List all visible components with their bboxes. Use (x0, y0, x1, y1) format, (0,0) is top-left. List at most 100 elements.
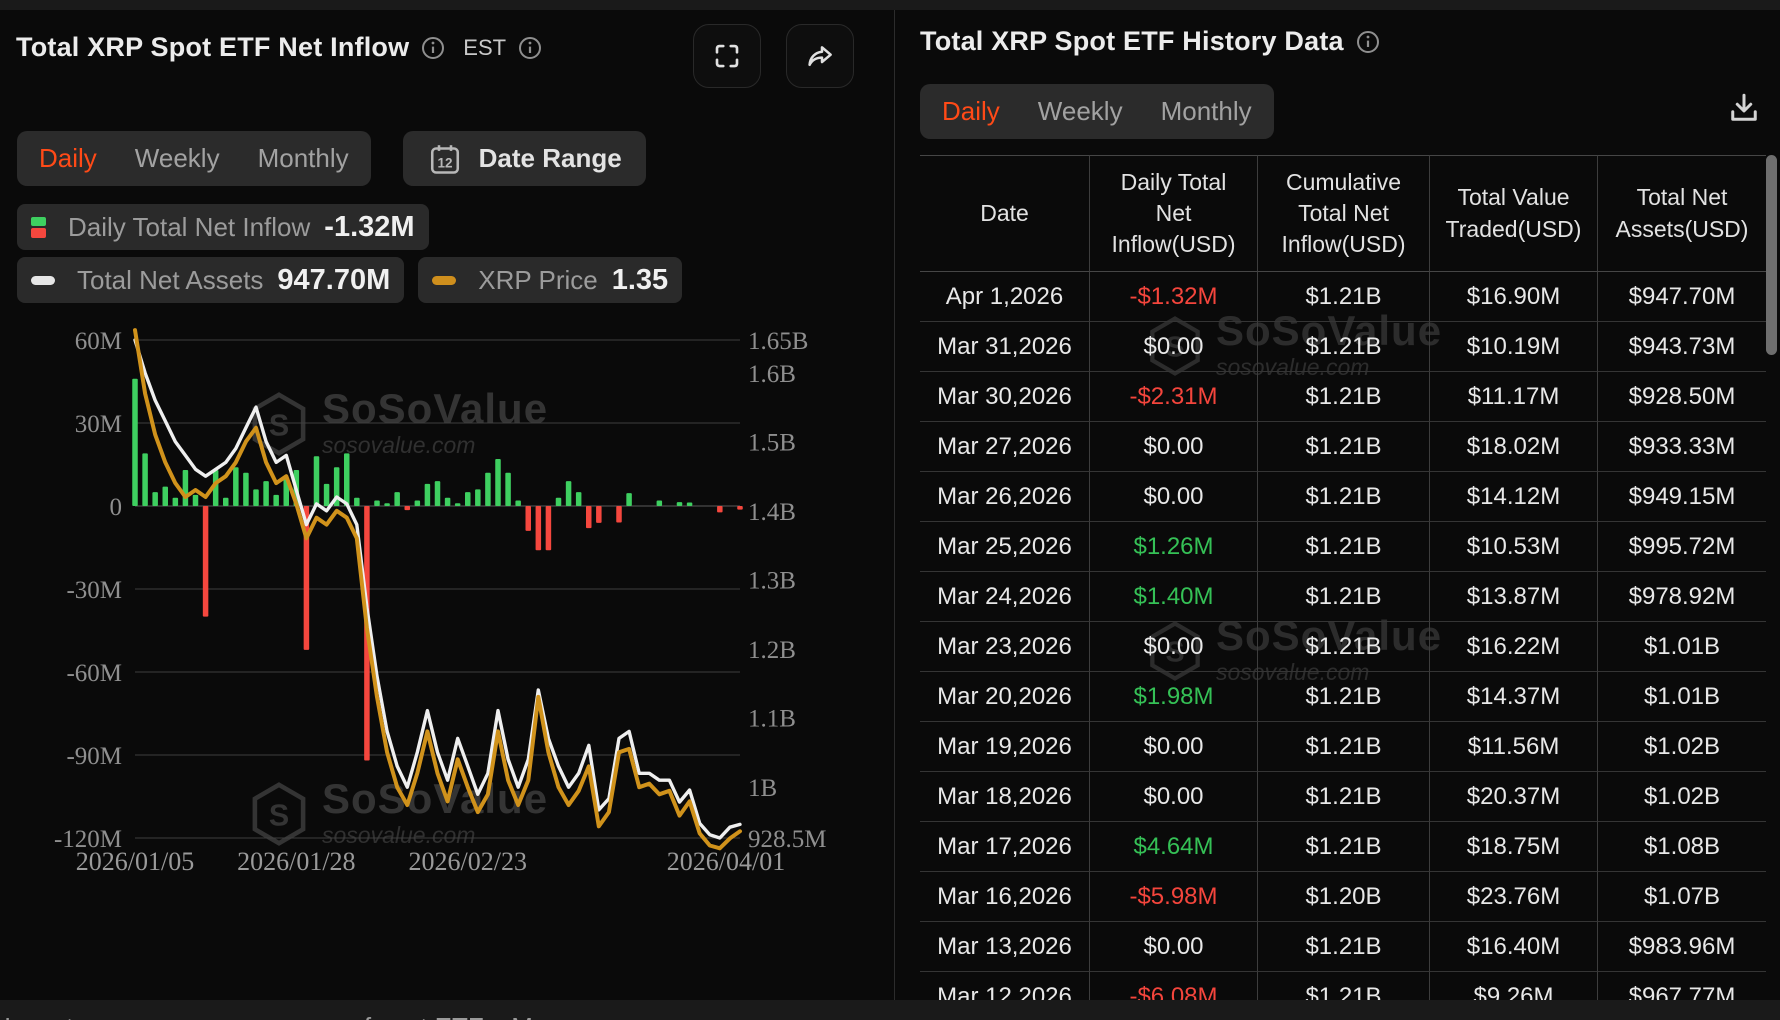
table-cell: $23.76M (1430, 872, 1598, 922)
table-cell: $9.26M (1430, 972, 1598, 1000)
white-line-series-icon (31, 275, 55, 285)
table-cell: $1.01B (1598, 672, 1766, 722)
history-data-panel: Total XRP Spot ETF History Data Daily We… (896, 10, 1780, 1000)
next-section-strip: Investors can access a range of spot ETF… (0, 1000, 1780, 1020)
table-cell: Mar 17,2026 (920, 822, 1090, 872)
table-cell: $0.00 (1090, 772, 1258, 822)
right-axis-label: 1.1B (748, 705, 796, 732)
legend-value: -1.32M (324, 210, 415, 243)
table-cell: $1.01B (1598, 622, 1766, 672)
table-cell: $1.40M (1090, 572, 1258, 622)
table-cell: $1.21B (1258, 622, 1430, 672)
tab-monthly[interactable]: Monthly (258, 143, 349, 174)
table-panel-title: Total XRP Spot ETF History Data (920, 26, 1344, 56)
info-icon[interactable] (1356, 30, 1380, 54)
info-icon[interactable] (421, 36, 445, 60)
chart-period-tabs: Daily Weekly Monthly (17, 131, 371, 186)
net-inflow-chart[interactable]: S SoSoValue sosovalue.com S SoSoValue so… (0, 310, 895, 890)
gridlines: 60M30M0-30M-60M-90M-120M1.65B1.6B1.5B1.4… (54, 328, 827, 853)
table-cell: $11.56M (1430, 722, 1598, 772)
right-axis-label: 1.5B (748, 430, 796, 457)
legend-xrp-price[interactable]: XRP Price 1.35 (418, 257, 683, 303)
table-cell: $1.21B (1258, 422, 1430, 472)
table-cell: $949.15M (1598, 472, 1766, 522)
tab-weekly[interactable]: Weekly (1038, 96, 1123, 127)
table-cell: Mar 27,2026 (920, 422, 1090, 472)
date-range-button[interactable]: 12 Date Range (402, 131, 646, 186)
table-cell: Mar 13,2026 (920, 922, 1090, 972)
fullscreen-button[interactable] (693, 24, 761, 88)
column-header: Daily Total Net Inflow(USD) (1090, 155, 1258, 272)
svg-text:12: 12 (437, 155, 452, 170)
table-cell: Mar 19,2026 (920, 722, 1090, 772)
table-cell: $0.00 (1090, 622, 1258, 672)
date-range-label: Date Range (478, 143, 622, 173)
table-cell: $933.33M (1598, 422, 1766, 472)
column-header: Date (920, 155, 1090, 272)
column-header: Total Net Assets(USD) (1598, 155, 1766, 272)
x-axis-label: 2026/01/28 (237, 847, 355, 876)
table-cell: $10.19M (1430, 322, 1598, 372)
net-inflow-chart-panel: Total XRP Spot ETF Net Inflow EST Daily … (0, 10, 895, 1000)
tab-monthly[interactable]: Monthly (1161, 96, 1252, 127)
table-cell: -$1.32M (1090, 272, 1258, 322)
top-edge-strip (0, 0, 1780, 10)
table-cell: Mar 23,2026 (920, 622, 1090, 672)
legend-label: XRP Price (478, 264, 598, 295)
table-cell: $1.21B (1258, 722, 1430, 772)
table-cell: Mar 24,2026 (920, 572, 1090, 622)
info-icon[interactable] (518, 36, 542, 60)
table-cell: $18.75M (1430, 822, 1598, 872)
table-cell: $1.02B (1598, 722, 1766, 772)
left-axis-label: 30M (75, 411, 122, 438)
share-button[interactable] (786, 24, 854, 88)
table-cell: Mar 30,2026 (920, 372, 1090, 422)
tab-daily[interactable]: Daily (942, 96, 1000, 127)
table-cell: $1.20B (1258, 872, 1430, 922)
right-axis-label: 1.4B (748, 499, 796, 526)
chart-canvas[interactable]: 60M30M0-30M-60M-90M-120M1.65B1.6B1.5B1.4… (0, 310, 895, 890)
fullscreen-icon (712, 41, 742, 71)
table-cell: $0.00 (1090, 722, 1258, 772)
tab-weekly[interactable]: Weekly (135, 143, 220, 174)
table-cell: $0.00 (1090, 422, 1258, 472)
left-axis-label: 60M (75, 328, 122, 355)
calendar-icon: 12 (427, 141, 463, 177)
column-header: Total Value Traded(USD) (1430, 155, 1598, 272)
table-cell: $1.21B (1258, 572, 1430, 622)
legend-value: 947.70M (277, 263, 391, 296)
table-cell: $1.98M (1090, 672, 1258, 722)
left-axis-label: 0 (110, 494, 123, 521)
legend-daily-net-inflow[interactable]: Daily Total Net Inflow -1.32M (17, 204, 429, 250)
download-button[interactable] (1722, 86, 1766, 130)
table-cell: Apr 1,2026 (920, 272, 1090, 322)
clipped-footer-text: Investors can access a range of spot ETF… (4, 1012, 570, 1020)
column-header: Cumulative Total Net Inflow(USD) (1258, 155, 1430, 272)
table-cell: $10.53M (1430, 522, 1598, 572)
right-axis-label: 1.3B (748, 568, 796, 595)
table-cell: Mar 16,2026 (920, 872, 1090, 922)
table-period-tabs: Daily Weekly Monthly (920, 84, 1274, 139)
table-cell: Mar 18,2026 (920, 772, 1090, 822)
table-cell: $0.00 (1090, 922, 1258, 972)
table-cell: $1.21B (1258, 772, 1430, 822)
table-cell: $1.21B (1258, 372, 1430, 422)
table-cell: Mar 26,2026 (920, 472, 1090, 522)
chart-panel-title: Total XRP Spot ETF Net Inflow (16, 32, 410, 62)
share-icon (804, 40, 836, 72)
left-axis-label: -30M (66, 577, 122, 604)
table-cell: $0.00 (1090, 322, 1258, 372)
table-cell: $14.37M (1430, 672, 1598, 722)
legend-total-net-assets[interactable]: Total Net Assets 947.70M (17, 257, 405, 303)
x-axis-label: 2026/04/01 (667, 847, 785, 876)
table-cell: $978.92M (1598, 572, 1766, 622)
left-axis-label: -60M (66, 660, 122, 687)
table-cell: Mar 12,2026 (920, 972, 1090, 1000)
table-cell: $1.08B (1598, 822, 1766, 872)
table-scrollbar-thumb[interactable] (1766, 155, 1777, 355)
tab-daily[interactable]: Daily (39, 143, 97, 174)
x-axis-label: 2026/01/05 (76, 847, 194, 876)
legend-value: 1.35 (611, 263, 669, 296)
table-cell: $1.21B (1258, 272, 1430, 322)
right-axis-label: 1.2B (748, 637, 796, 664)
